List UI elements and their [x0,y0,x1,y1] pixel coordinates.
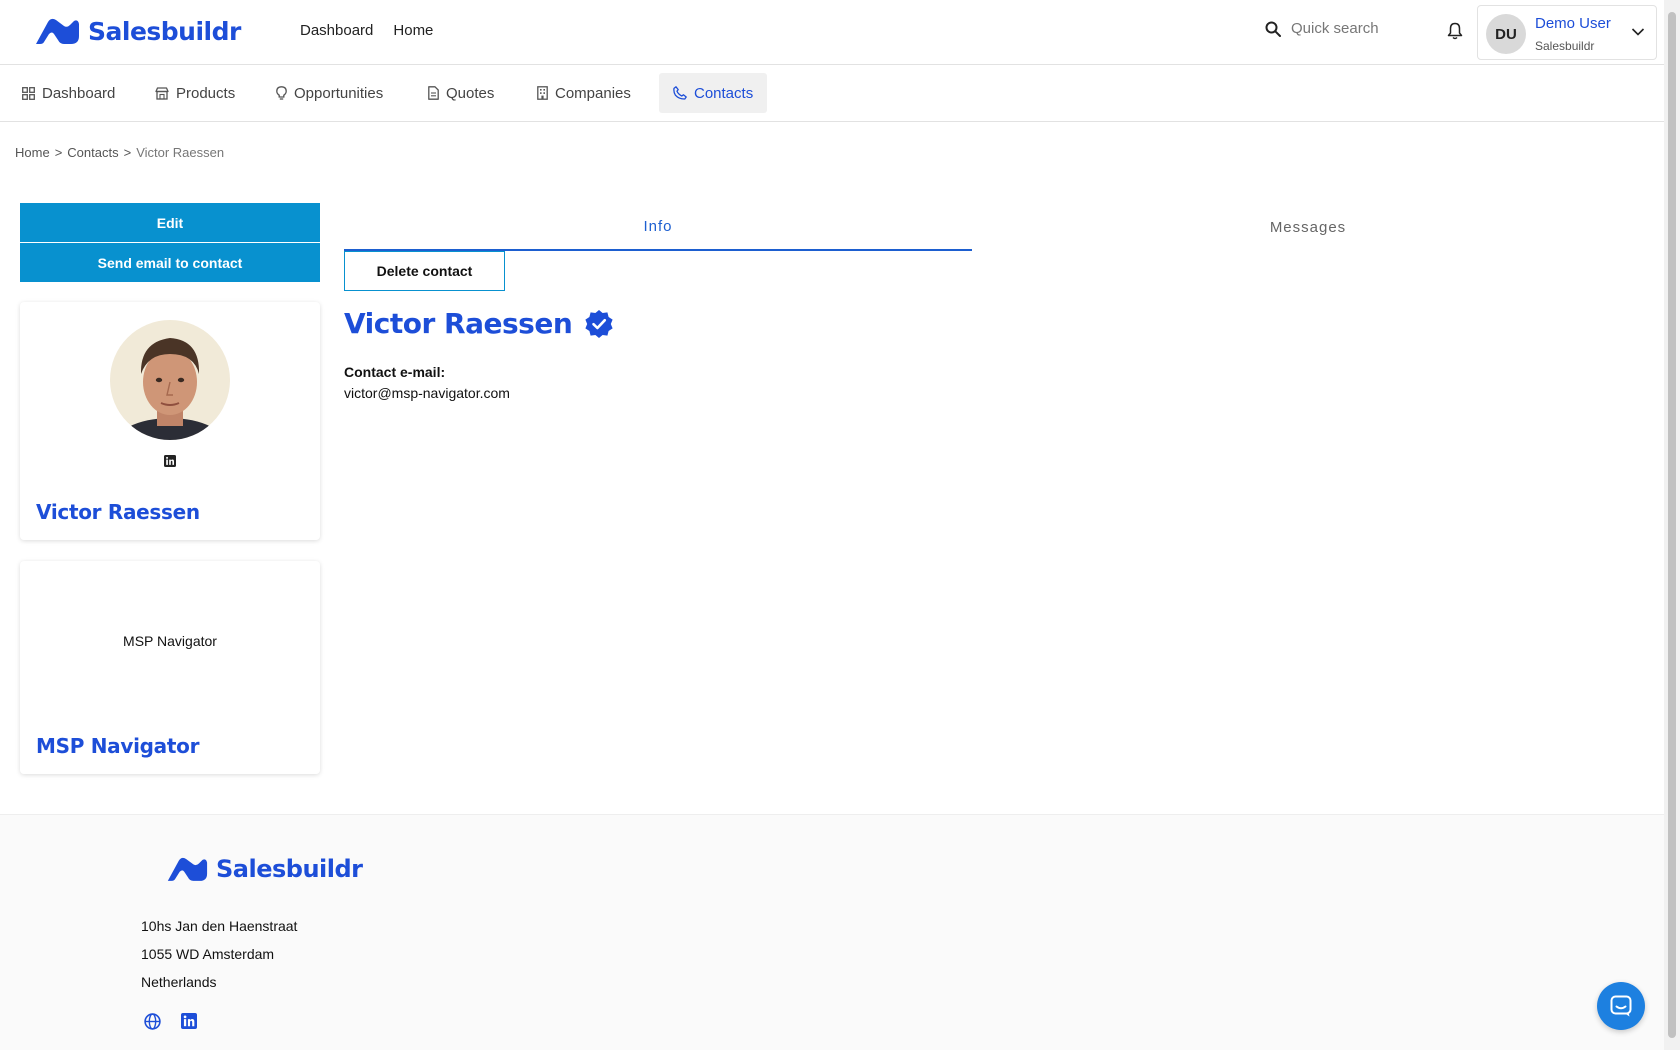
breadcrumb-separator: > [123,145,132,160]
phone-icon [673,86,687,100]
delete-contact-button[interactable]: Delete contact [344,251,505,291]
chat-launcher-button[interactable] [1597,982,1645,1030]
bell-icon [1447,22,1463,40]
page-scrollbar[interactable] [1664,0,1680,1050]
company-card-name[interactable]: MSP Navigator [36,734,199,758]
top-nav: Dashboard Home [300,22,433,39]
topnav-home-link[interactable]: Home [393,22,433,39]
quick-search-input[interactable] [1291,20,1411,37]
scrollbar-thumb[interactable] [1668,12,1676,1038]
breadcrumb-contacts[interactable]: Contacts [67,145,118,160]
nav-contacts-label: Contacts [694,84,754,102]
notifications-button[interactable] [1447,22,1463,45]
user-organization: Salesbuildr [1535,39,1595,53]
tab-info[interactable]: Info [344,203,972,251]
nav-dashboard-label: Dashboard [42,84,116,102]
breadcrumb: Home > Contacts > Victor Raessen [15,145,224,160]
verified-badge-icon [585,309,613,338]
salesbuildr-logo-icon [167,857,208,881]
salesbuildr-logo-icon [36,18,79,44]
top-bar: Salesbuildr Dashboard Home DU Demo User … [0,0,1664,65]
breadcrumb-home[interactable]: Home [15,145,50,160]
edit-button[interactable]: Edit [20,203,320,242]
nav-products-label: Products [176,84,236,102]
contact-email-value: victor@msp-navigator.com [344,385,510,401]
nav-contacts[interactable]: Contacts [659,73,768,113]
footer: Salesbuildr 10hs Jan den Haenstraat 1055… [0,814,1664,1050]
grid-icon [22,86,35,100]
linkedin-icon[interactable] [164,455,176,467]
nav-companies-label: Companies [555,84,631,102]
brand-logo[interactable]: Salesbuildr [34,16,241,46]
contact-profile-card: Victor Raessen [20,302,320,540]
footer-address-line2: 1055 WD Amsterdam [141,946,275,962]
footer-address-line3: Netherlands [141,974,217,990]
search-icon [1265,21,1281,37]
user-menu[interactable]: DU Demo User Salesbuildr [1477,5,1657,60]
profile-card-name[interactable]: Victor Raessen [36,500,200,524]
nav-dashboard[interactable]: Dashboard [8,73,129,113]
send-email-button[interactable]: Send email to contact [20,243,320,282]
contact-heading: Victor Raessen [344,307,614,340]
contact-name: Victor Raessen [344,307,573,340]
company-logo: MSP Navigator [123,633,217,649]
footer-logo[interactable]: Salesbuildr [166,855,363,883]
globe-icon[interactable] [144,1013,161,1030]
contact-email-label: Contact e-mail: [344,364,446,380]
building-icon [537,86,548,100]
brand-name: Salesbuildr [88,16,241,46]
tab-messages[interactable]: Messages [972,203,1644,251]
chevron-down-icon [1631,28,1645,36]
user-avatar: DU [1486,14,1526,54]
nav-companies[interactable]: Companies [523,73,645,113]
breadcrumb-separator: > [54,145,63,160]
linkedin-icon[interactable] [181,1013,197,1029]
nav-products[interactable]: Products [141,73,249,113]
nav-opportunities-label: Opportunities [294,84,384,102]
topnav-dashboard-link[interactable]: Dashboard [300,22,373,39]
document-icon [428,86,439,100]
breadcrumb-current: Victor Raessen [136,145,225,160]
lightbulb-icon [276,86,287,100]
chat-icon [1610,995,1632,1017]
nav-quotes[interactable]: Quotes [414,73,508,113]
quick-search [1265,20,1411,37]
footer-address-line1: 10hs Jan den Haenstraat [141,918,298,934]
contact-photo [110,320,230,440]
nav-quotes-label: Quotes [446,84,495,102]
footer-brand-name: Salesbuildr [216,855,363,883]
company-card: MSP Navigator MSP Navigator [20,561,320,774]
nav-opportunities[interactable]: Opportunities [262,73,397,113]
main-nav: Dashboard Products Opportunities Quotes [0,65,1664,122]
store-icon [155,86,169,100]
user-name: Demo User [1535,15,1611,32]
contact-avatar [110,320,230,440]
